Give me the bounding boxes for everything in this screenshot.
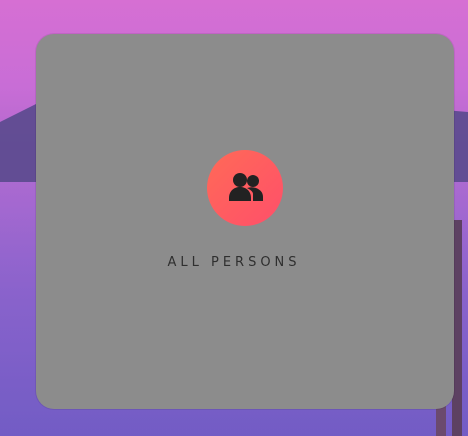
all-persons-icon-badge <box>207 150 283 226</box>
all-persons-label: ALL PERSONS <box>167 255 301 270</box>
people-icon <box>229 173 263 201</box>
